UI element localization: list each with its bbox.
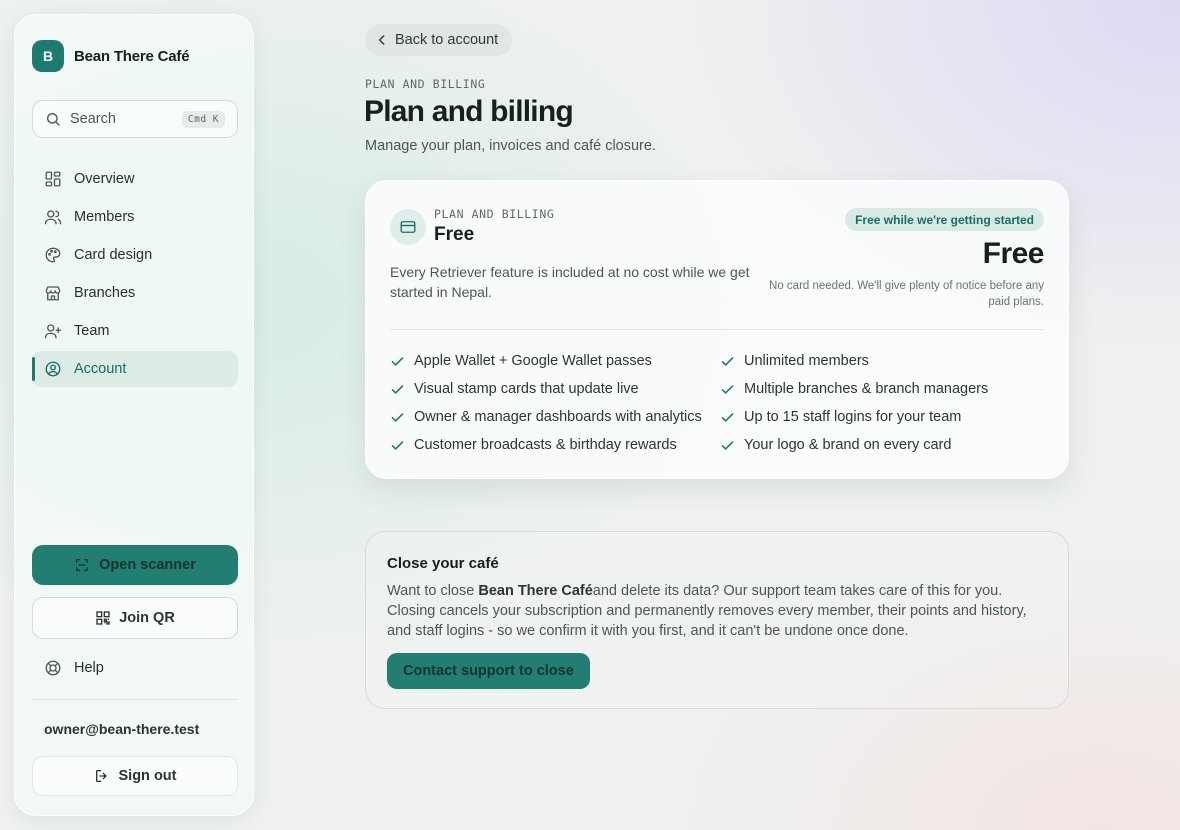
close-cafe-description: Want to close Bean There Caféand delete … (387, 581, 1052, 641)
users-icon (44, 208, 62, 226)
join-qr-button[interactable]: Join QR (32, 597, 238, 639)
plan-divider (390, 329, 1044, 330)
user-circle-icon (44, 360, 62, 378)
page-subtitle: Manage your plan, invoices and café clos… (365, 138, 656, 154)
feature-label: Up to 15 staff logins for your team (744, 409, 962, 425)
feature-label: Multiple branches & branch managers (744, 381, 989, 397)
palette-icon (44, 246, 62, 264)
close-body-cafe-name: Bean There Café (478, 583, 593, 599)
feature-row: Apple Wallet + Google Wallet passes Unli… (390, 347, 1050, 375)
contact-support-button[interactable]: Contact support to close (387, 653, 590, 689)
feature-label: Owner & manager dashboards with analytic… (414, 409, 702, 425)
sidebar-item-label: Members (74, 209, 135, 225)
feature-item: Up to 15 staff logins for your team (720, 409, 1050, 425)
brand-avatar: B (32, 40, 64, 72)
page-title: Plan and billing (364, 95, 574, 128)
sidebar-item-team[interactable]: Team (32, 313, 238, 349)
plan-description: Every Retriever feature is included at n… (390, 264, 750, 300)
search-input[interactable]: Search Cmd K (32, 100, 238, 138)
search-label: Search (70, 111, 116, 127)
sidebar-item-members[interactable]: Members (32, 199, 238, 235)
help-link[interactable]: Help (44, 659, 104, 677)
open-scanner-label: Open scanner (99, 557, 196, 573)
user-email: owner@bean-there.test (44, 721, 200, 737)
sidebar-item-account[interactable]: Account (32, 351, 238, 387)
lifebuoy-icon (44, 659, 62, 677)
plan-eyebrow: PLAN AND BILLING (434, 207, 555, 221)
status-badge: Free while we're getting started (845, 208, 1044, 231)
grid-icon (44, 170, 62, 188)
feature-label: Customer broadcasts & birthday rewards (414, 437, 677, 453)
feature-item: Customer broadcasts & birthday rewards (390, 437, 720, 453)
brand[interactable]: B Bean There Café (32, 40, 190, 72)
feature-label: Visual stamp cards that update live (414, 381, 639, 397)
user-plus-icon (44, 322, 62, 340)
help-label: Help (74, 660, 104, 676)
close-body-prefix: Want to close (387, 583, 479, 599)
feature-item: Unlimited members (720, 353, 1050, 369)
search-shortcut: Cmd K (181, 110, 225, 128)
feature-row: Customer broadcasts & birthday rewards Y… (390, 431, 1050, 459)
sidebar-item-branches[interactable]: Branches (32, 275, 238, 311)
feature-label: Your logo & brand on every card (744, 437, 952, 453)
sign-out-button[interactable]: Sign out (32, 756, 238, 796)
sidebar-item-overview[interactable]: Overview (32, 161, 238, 197)
feature-item: Visual stamp cards that update live (390, 381, 720, 397)
chevron-left-icon (375, 33, 389, 47)
join-qr-label: Join QR (119, 610, 175, 626)
brand-name: Bean There Café (74, 47, 190, 65)
feature-label: Apple Wallet + Google Wallet passes (414, 353, 652, 369)
check-icon (390, 354, 405, 369)
qr-code-icon (95, 610, 111, 626)
scan-icon (74, 557, 90, 573)
back-label: Back to account (395, 32, 499, 48)
feature-label: Unlimited members (744, 353, 869, 369)
plan-note: No card needed. We'll give plenty of not… (769, 280, 1044, 308)
sign-out-icon (94, 768, 110, 784)
feature-row: Visual stamp cards that update live Mult… (390, 375, 1050, 403)
sidebar-item-label: Overview (74, 171, 135, 187)
feature-list: Apple Wallet + Google Wallet passes Unli… (390, 347, 1050, 459)
sidebar-item-label: Card design (74, 247, 153, 263)
sidebar-divider (32, 699, 238, 700)
sidebar-nav: Overview Members Card design Branches Te… (32, 161, 238, 389)
check-icon (390, 438, 405, 453)
search-icon (45, 111, 61, 127)
sign-out-label: Sign out (118, 768, 177, 784)
check-icon (390, 382, 405, 397)
sidebar-item-label: Team (74, 323, 110, 339)
store-icon (44, 284, 62, 302)
page-eyebrow: PLAN AND BILLING (365, 77, 486, 91)
check-icon (720, 382, 735, 397)
plan-price: Free (982, 237, 1045, 270)
feature-item: Owner & manager dashboards with analytic… (390, 409, 720, 425)
sidebar-item-card-design[interactable]: Card design (32, 237, 238, 273)
feature-row: Owner & manager dashboards with analytic… (390, 403, 1050, 431)
sidebar: B Bean There Café Search Cmd K Overview … (14, 14, 254, 816)
feature-item: Your logo & brand on every card (720, 437, 1050, 453)
check-icon (390, 410, 405, 425)
sidebar-item-label: Branches (74, 285, 136, 301)
back-to-account-button[interactable]: Back to account (365, 24, 513, 56)
close-cafe-card: Close your café Want to close Bean There… (365, 531, 1069, 709)
plan-name: Free (434, 224, 475, 245)
check-icon (720, 438, 735, 453)
check-icon (720, 354, 735, 369)
credit-card-icon (390, 209, 426, 245)
feature-item: Multiple branches & branch managers (720, 381, 1050, 397)
feature-item: Apple Wallet + Google Wallet passes (390, 353, 720, 369)
plan-card: PLAN AND BILLING Free Every Retriever fe… (365, 180, 1069, 479)
sidebar-item-label: Account (74, 361, 127, 377)
open-scanner-button[interactable]: Open scanner (32, 545, 238, 585)
check-icon (720, 410, 735, 425)
close-cafe-title: Close your café (387, 555, 499, 572)
